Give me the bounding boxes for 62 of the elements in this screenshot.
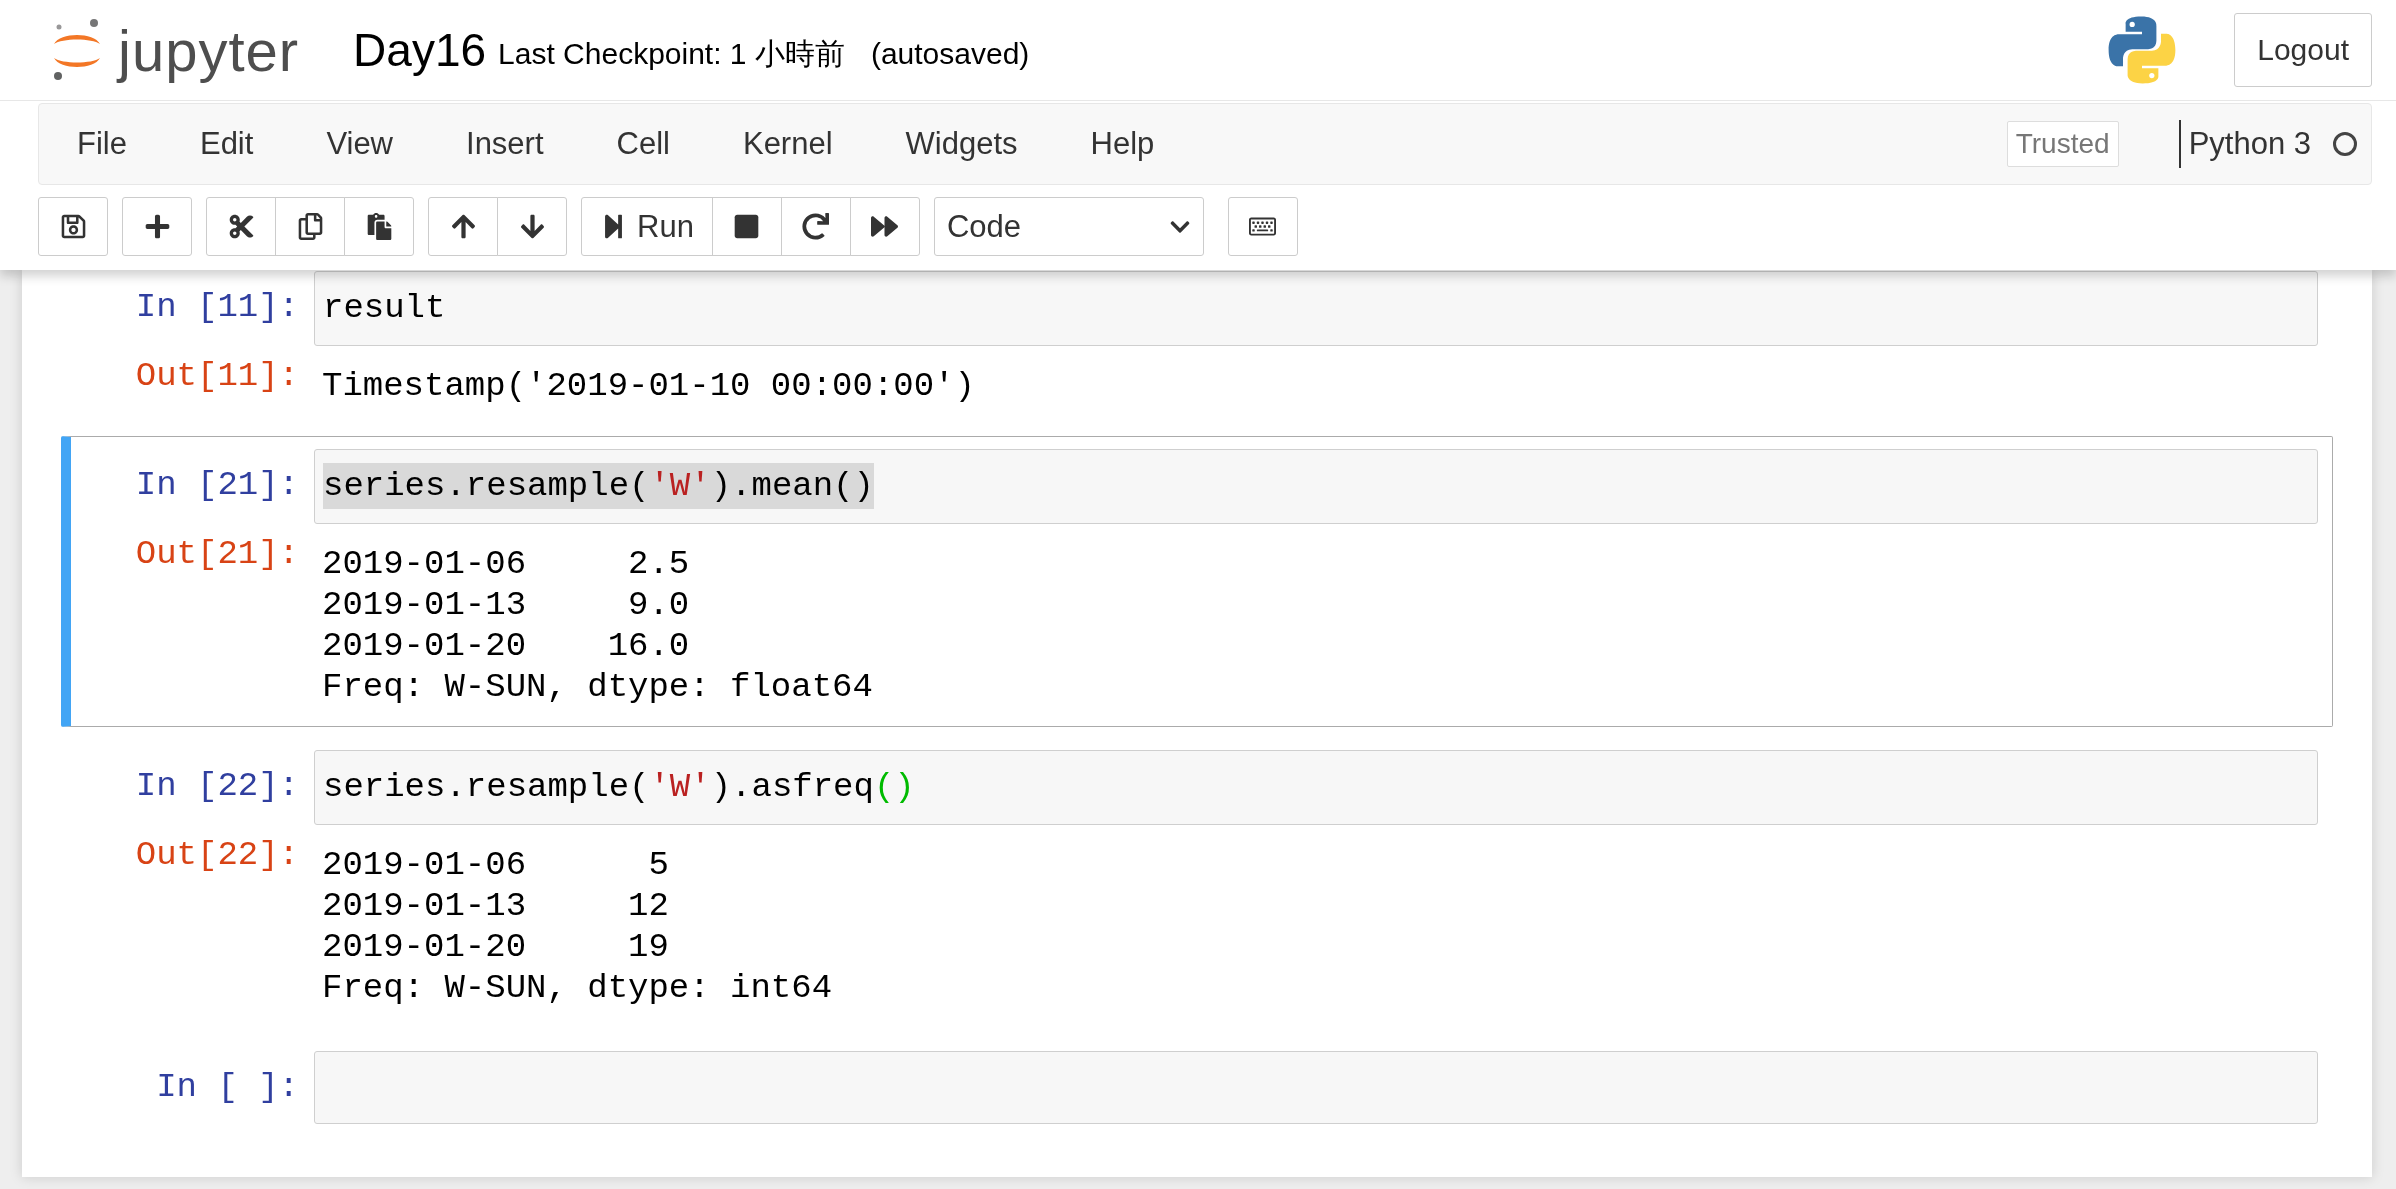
output-line: Freq: W-SUN, dtype: float64 [322, 667, 873, 708]
menu-item[interactable]: Edit [161, 126, 289, 162]
output-line: Timestamp('2019-01-10 00:00:00') [322, 366, 975, 407]
kernel-name: Python 3 [2178, 120, 2311, 168]
notebook-cell[interactable]: In [21]: series.resample('W').mean() Out[21]: 2019-01-06 2.5 2019-01-13 9.0 2019-01-20 16.0 Freq: W-SUN, dtype: float64 [61, 436, 2333, 727]
code-input[interactable]: series.resample('W').mean() [314, 449, 2318, 524]
input-prompt: In [21]: [134, 465, 300, 506]
menu-item[interactable]: Cell [578, 126, 705, 162]
output-prompt: Out[22]: [134, 835, 300, 876]
arrow-down-icon [518, 213, 546, 240]
notebook-cell[interactable]: In [11]: result Out[11]: Timestamp('2019-01-10 00:00:00') [61, 270, 2333, 426]
menu-item[interactable]: Widgets [867, 126, 1053, 162]
paste-icon [365, 213, 393, 240]
save-button[interactable] [38, 197, 108, 256]
copy-button[interactable] [275, 197, 345, 256]
input-prompt: In [11]: [134, 287, 300, 328]
menu-item[interactable]: Help [1052, 126, 1190, 162]
output-line: 2019-01-20 16.0 [322, 626, 691, 667]
notebook-name[interactable]: Day16 [353, 23, 487, 77]
output-line: 2019-01-06 5 [322, 845, 670, 886]
save-icon [59, 213, 87, 240]
run-all-button[interactable] [849, 197, 920, 256]
code-input[interactable]: series.resample('W').asfreq() [314, 750, 2318, 825]
output-prompt: Out[21]: [134, 534, 300, 575]
arrow-down-button[interactable] [497, 197, 567, 256]
output-line: 2019-01-13 12 [322, 886, 670, 927]
paste-button[interactable] [344, 197, 414, 256]
menu-item[interactable]: File [39, 126, 162, 162]
checkpoint-status: Last Checkpoint: 1 小時前 [498, 35, 845, 72]
autosave-status: (autosaved) [870, 37, 1030, 71]
arrow-up-icon [449, 213, 477, 240]
output-prompt: Out[11]: [134, 356, 300, 397]
stop-button[interactable] [711, 197, 782, 256]
cut-icon [227, 213, 255, 240]
plus-button[interactable] [122, 197, 192, 256]
run-button[interactable]: Run [581, 197, 713, 256]
arrow-up-button[interactable] [428, 197, 498, 256]
stop-icon [733, 213, 761, 240]
output-line: 2019-01-13 9.0 [322, 585, 691, 626]
fast-forward-icon [871, 213, 899, 240]
menu-item[interactable]: Insert [428, 126, 579, 162]
code-input[interactable] [314, 1051, 2318, 1124]
output-line: Freq: W-SUN, dtype: int64 [322, 968, 833, 1009]
input-prompt: In [ ]: [155, 1067, 300, 1108]
plus-icon [143, 213, 171, 240]
cut-button[interactable] [206, 197, 276, 256]
cell-type-dropdown[interactable]: Code [933, 197, 1204, 256]
logout-button[interactable]: Logout [2234, 13, 2372, 87]
menu-item[interactable]: Kernel [704, 126, 868, 162]
copy-icon [296, 213, 324, 240]
keyboard-button[interactable] [1227, 197, 1298, 256]
menu-item[interactable]: View [288, 126, 428, 162]
input-prompt: In [22]: [134, 766, 300, 807]
logo-text: jupyter [118, 16, 300, 84]
code-input[interactable]: result [314, 271, 2318, 346]
notebook-cell[interactable]: In [ ]: [61, 1038, 2333, 1137]
trusted-indicator[interactable]: Trusted [2006, 121, 2119, 167]
output-line: 2019-01-20 19 [322, 927, 670, 968]
restart-icon [802, 213, 830, 240]
restart-button[interactable] [780, 197, 851, 256]
notebook-cell[interactable]: In [22]: series.resample('W').asfreq() Out[22]: 2019-01-06 5 2019-01-13 12 2019-01-20 19 Freq: W-SUN, dtype: int64 [61, 737, 2333, 1028]
output-line: 2019-01-06 2.5 [322, 544, 691, 585]
